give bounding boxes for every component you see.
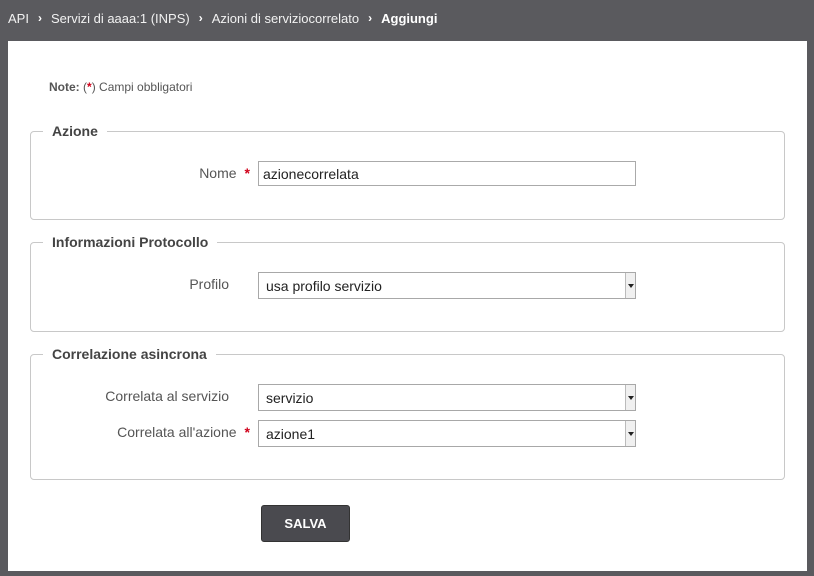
correlata-azione-select[interactable]: azione1 — [258, 420, 636, 447]
dropdown-arrow-icon — [625, 385, 635, 410]
breadcrumb-servizi-link[interactable]: Servizi di aaaa:1 (INPS) — [51, 11, 190, 26]
correlata-azione-label-text: Correlata all'azione — [117, 424, 237, 440]
profilo-select-value: usa profilo servizio — [266, 278, 382, 294]
correlata-servizio-value: servizio — [266, 390, 314, 406]
dropdown-arrow-icon — [625, 421, 635, 446]
correlazione-section: Correlazione asincrona Correlata al serv… — [30, 346, 785, 480]
correlata-azione-row: Correlata all'azione * azione1 — [31, 420, 784, 447]
save-button[interactable]: SALVA — [261, 505, 350, 542]
note-label: Note: — [49, 80, 80, 94]
protocollo-section: Informazioni Protocollo Profilo usa prof… — [30, 234, 785, 332]
profilo-label: Profilo — [189, 276, 229, 292]
required-star: * — [244, 424, 250, 440]
correlata-azione-value: azione1 — [266, 426, 316, 442]
profilo-row: Profilo usa profilo servizio — [31, 272, 784, 299]
correlata-servizio-label: Correlata al servizio — [105, 388, 229, 404]
azione-section: Azione Nome * — [30, 123, 785, 220]
note-close-paren: ) — [91, 80, 96, 94]
correlata-servizio-row: Correlata al servizio servizio — [31, 384, 784, 411]
correlata-servizio-select[interactable]: servizio — [258, 384, 636, 411]
correlazione-legend: Correlazione asincrona — [52, 346, 207, 362]
nome-input[interactable] — [258, 161, 636, 186]
chevron-right-icon: › — [198, 11, 203, 25]
chevron-right-icon: › — [37, 11, 42, 25]
profilo-select[interactable]: usa profilo servizio — [258, 272, 636, 299]
azione-legend: Azione — [52, 123, 98, 139]
required-fields-note: Note: (*) Campi obbligatori — [49, 80, 192, 94]
correlata-azione-label: Correlata all'azione * — [117, 424, 250, 440]
breadcrumb-azioni-link[interactable]: Azioni di serviziocorrelato — [212, 11, 359, 26]
required-star: * — [244, 165, 250, 181]
note-text: Campi obbligatori — [99, 80, 193, 94]
chevron-right-icon: › — [368, 11, 373, 25]
protocollo-legend: Informazioni Protocollo — [52, 234, 209, 250]
nome-row: Nome * — [31, 161, 784, 187]
breadcrumb-current: Aggiungi — [381, 10, 438, 26]
dropdown-arrow-icon — [625, 273, 635, 298]
form-panel: Note: (*) Campi obbligatori Azione Nome *… — [8, 41, 807, 571]
nome-label-text: Nome — [199, 165, 237, 181]
nome-label: Nome * — [199, 165, 250, 181]
breadcrumb-api-link[interactable]: API — [8, 11, 29, 26]
breadcrumb: API › Servizi di aaaa:1 (INPS) › Azioni … — [0, 0, 814, 36]
